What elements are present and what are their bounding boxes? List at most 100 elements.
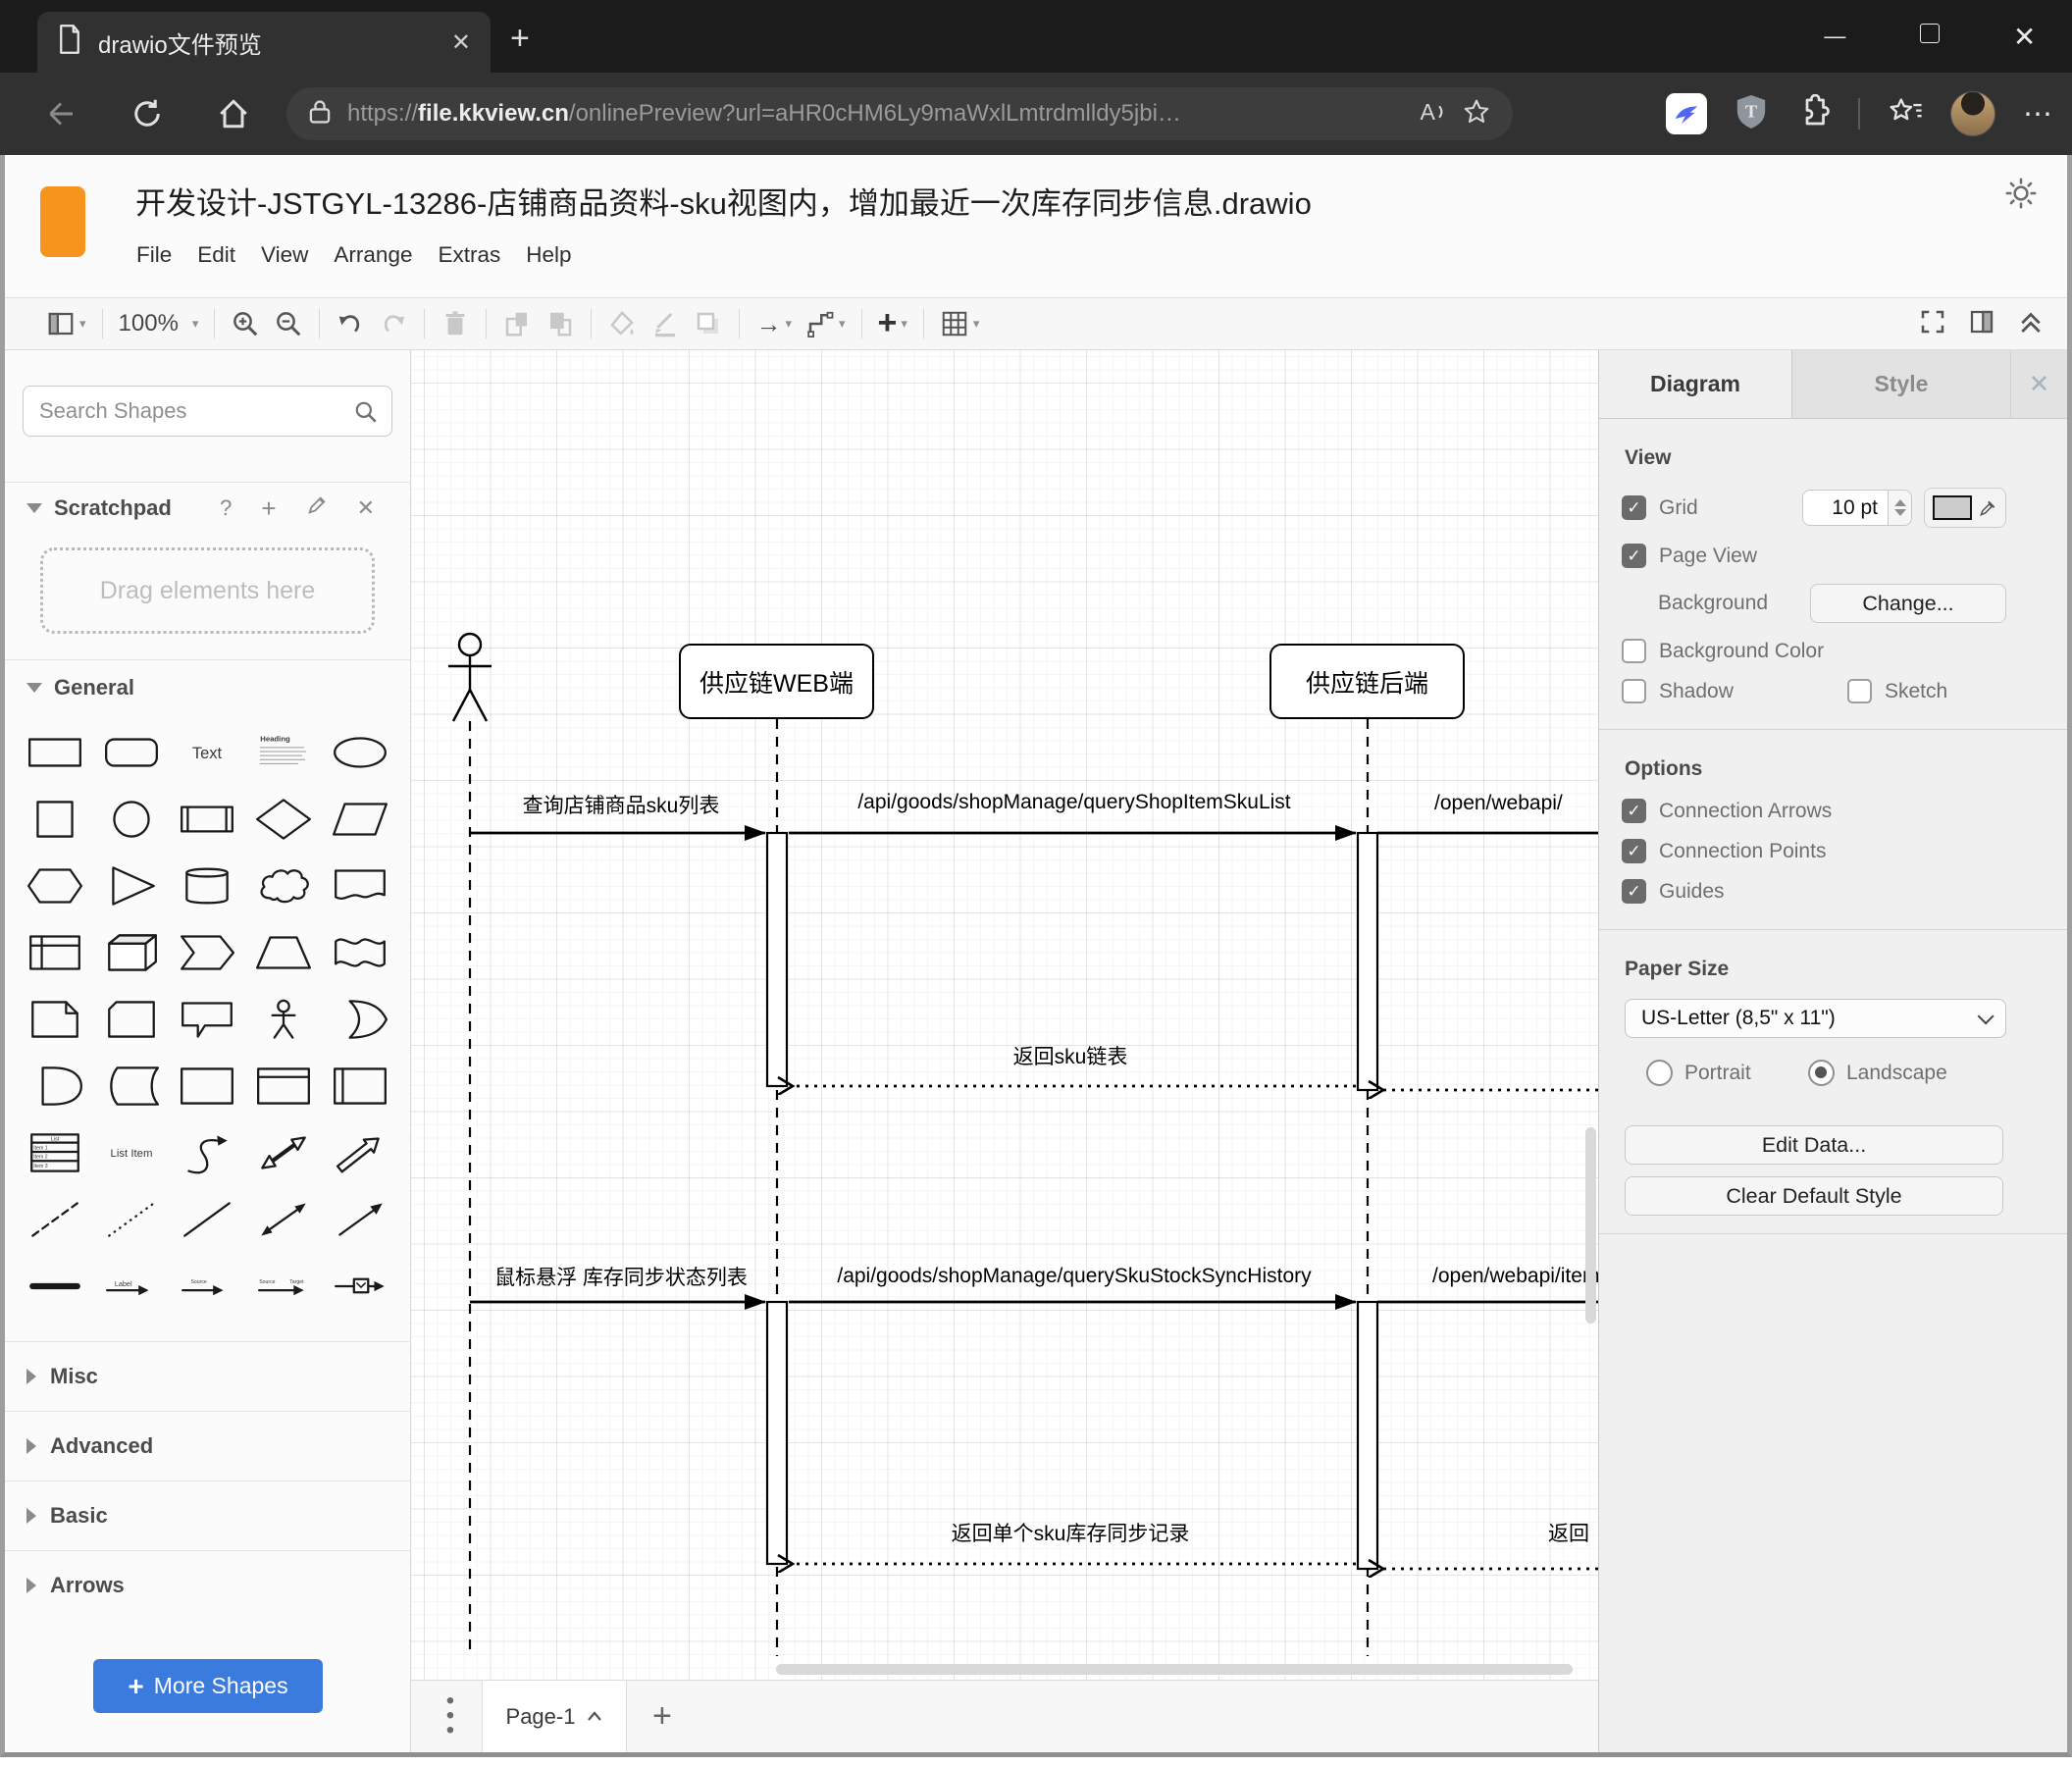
redo-icon[interactable] [379, 309, 408, 338]
background-change-button[interactable]: Change... [1810, 584, 2006, 623]
message-label[interactable]: 返回 [1548, 1518, 1589, 1547]
shape-rounded-rectangle[interactable] [93, 719, 170, 786]
shape-arrow-label[interactable]: Label [93, 1253, 170, 1320]
grid-color-button[interactable] [1924, 488, 2006, 528]
menu-view[interactable]: View [248, 236, 321, 274]
paper-size-select[interactable]: US-Letter (8,5" x 11") [1625, 999, 2006, 1038]
view-panels-button[interactable]: ▾ [46, 309, 86, 338]
shape-arrow-source-target[interactable]: Source Target [245, 1253, 322, 1320]
more-shapes-button[interactable]: + More Shapes [93, 1659, 323, 1713]
address-bar[interactable]: https://file.kkview.cn/onlinePreview?url… [286, 87, 1513, 140]
shape-triangle[interactable] [93, 853, 170, 919]
shape-container[interactable] [170, 1053, 246, 1119]
sidebar-section-basic[interactable]: Basic [5, 1480, 410, 1550]
shape-cube[interactable] [93, 919, 170, 986]
shape-ellipse[interactable] [322, 719, 398, 786]
shape-text[interactable]: Text [170, 719, 246, 786]
sidebar-section-misc[interactable]: Misc [5, 1341, 410, 1411]
shape-parallelogram[interactable] [322, 786, 398, 853]
menu-extras[interactable]: Extras [425, 236, 513, 274]
scratchpad-header[interactable]: Scratchpad ? + ✕ [5, 483, 410, 534]
shape-callout[interactable] [170, 986, 246, 1053]
zoom-level-dropdown[interactable]: 100% ▾ [119, 310, 199, 338]
shape-hexagon[interactable] [17, 853, 93, 919]
shape-step[interactable] [170, 919, 246, 986]
shape-process[interactable] [170, 786, 246, 853]
shape-card[interactable] [93, 986, 170, 1053]
lifeline-backend[interactable]: 供应链后端 [1269, 644, 1465, 719]
search-icon[interactable] [353, 399, 379, 430]
favorite-star-icon[interactable] [1462, 97, 1491, 131]
shape-bidirectional-arrow[interactable] [245, 1119, 322, 1186]
message-label[interactable]: /api/goods/shopManage/querySkuStockSyncH… [837, 1265, 1311, 1288]
thunder-extension-icon[interactable] [1666, 93, 1707, 134]
table-button[interactable]: ▾ [940, 309, 979, 338]
clear-default-style-button[interactable]: Clear Default Style [1625, 1176, 2003, 1216]
scratchpad-add-icon[interactable]: + [261, 493, 276, 524]
theme-sun-icon[interactable] [2004, 177, 2038, 215]
shape-arrow-box[interactable] [322, 1253, 398, 1320]
shape-dashed-line[interactable] [17, 1186, 93, 1253]
tab-style[interactable]: Style [1792, 350, 2010, 418]
shape-textbox[interactable]: Heading [245, 719, 322, 786]
menu-file[interactable]: File [124, 236, 184, 274]
message-label[interactable]: 查询店铺商品sku列表 [523, 790, 720, 819]
shape-bidirectional-connector[interactable] [245, 1186, 322, 1253]
tab-close-icon[interactable]: ✕ [451, 28, 471, 57]
shape-directional-connector[interactable] [322, 1186, 398, 1253]
shape-square[interactable] [17, 786, 93, 853]
collapse-arrow-icon[interactable] [26, 683, 42, 693]
grid-checkbox[interactable]: ✓ [1622, 495, 1646, 520]
landscape-radio[interactable] [1808, 1060, 1835, 1086]
format-panel-toggle-icon[interactable] [1967, 307, 1996, 341]
shape-cylinder[interactable] [170, 853, 246, 919]
sequence-diagram[interactable] [411, 350, 1598, 1680]
shape-actor[interactable] [245, 986, 322, 1053]
profile-avatar[interactable] [1950, 91, 1995, 136]
shape-rectangle[interactable] [17, 719, 93, 786]
extensions-puzzle-icon[interactable] [1795, 93, 1831, 134]
zoom-in-icon[interactable] [231, 309, 260, 338]
tab-diagram[interactable]: Diagram [1599, 350, 1792, 418]
shape-dotted-line[interactable] [93, 1186, 170, 1253]
new-tab-button[interactable]: + [510, 20, 530, 58]
waypoint-style-button[interactable]: ▾ [805, 309, 846, 338]
refresh-icon[interactable] [130, 96, 165, 131]
message-label[interactable]: /open/webapi/item [1432, 1265, 1598, 1288]
shape-data-storage[interactable] [93, 1053, 170, 1119]
browser-menu-icon[interactable]: ⋯ [2023, 97, 2054, 131]
horizontal-scrollbar[interactable] [776, 1664, 1573, 1675]
shape-document[interactable] [322, 853, 398, 919]
back-icon[interactable] [43, 96, 78, 131]
to-front-icon[interactable] [502, 309, 532, 338]
shape-circle[interactable] [93, 786, 170, 853]
line-color-icon[interactable] [650, 309, 680, 338]
connection-style-button[interactable]: → ▾ [755, 309, 792, 339]
shape-list-item[interactable]: List Item [93, 1119, 170, 1186]
fill-color-icon[interactable] [607, 309, 637, 338]
shape-internal-storage[interactable] [17, 919, 93, 986]
shadow-icon[interactable] [694, 309, 723, 338]
grid-size-stepper[interactable] [1889, 490, 1912, 526]
shape-arrow[interactable] [322, 1119, 398, 1186]
zoom-out-icon[interactable] [274, 309, 303, 338]
insert-button[interactable]: + ▾ [878, 306, 907, 339]
shape-line[interactable] [170, 1186, 246, 1253]
shape-container-side[interactable] [322, 1053, 398, 1119]
shape-note[interactable] [17, 986, 93, 1053]
portrait-radio[interactable] [1646, 1060, 1673, 1086]
shadow-checkbox[interactable] [1622, 679, 1646, 703]
shape-curve[interactable] [170, 1119, 246, 1186]
edit-data-button[interactable]: Edit Data... [1625, 1125, 2003, 1165]
general-section-header[interactable]: General [5, 660, 410, 715]
scratchpad-dropzone[interactable]: Drag elements here [40, 547, 375, 634]
panel-close-icon[interactable]: ✕ [2010, 350, 2067, 418]
page-tab[interactable]: Page-1 [482, 1681, 627, 1752]
tampermonkey-shield-icon[interactable]: T [1735, 93, 1768, 135]
collapse-arrow-icon[interactable] [26, 503, 42, 513]
message-label[interactable]: /open/webapi/ [1434, 792, 1563, 815]
shape-cloud[interactable] [245, 853, 322, 919]
window-close-button[interactable]: ✕ [1995, 21, 2054, 53]
lock-icon[interactable] [308, 99, 332, 130]
read-aloud-icon[interactable]: A [1417, 97, 1446, 131]
